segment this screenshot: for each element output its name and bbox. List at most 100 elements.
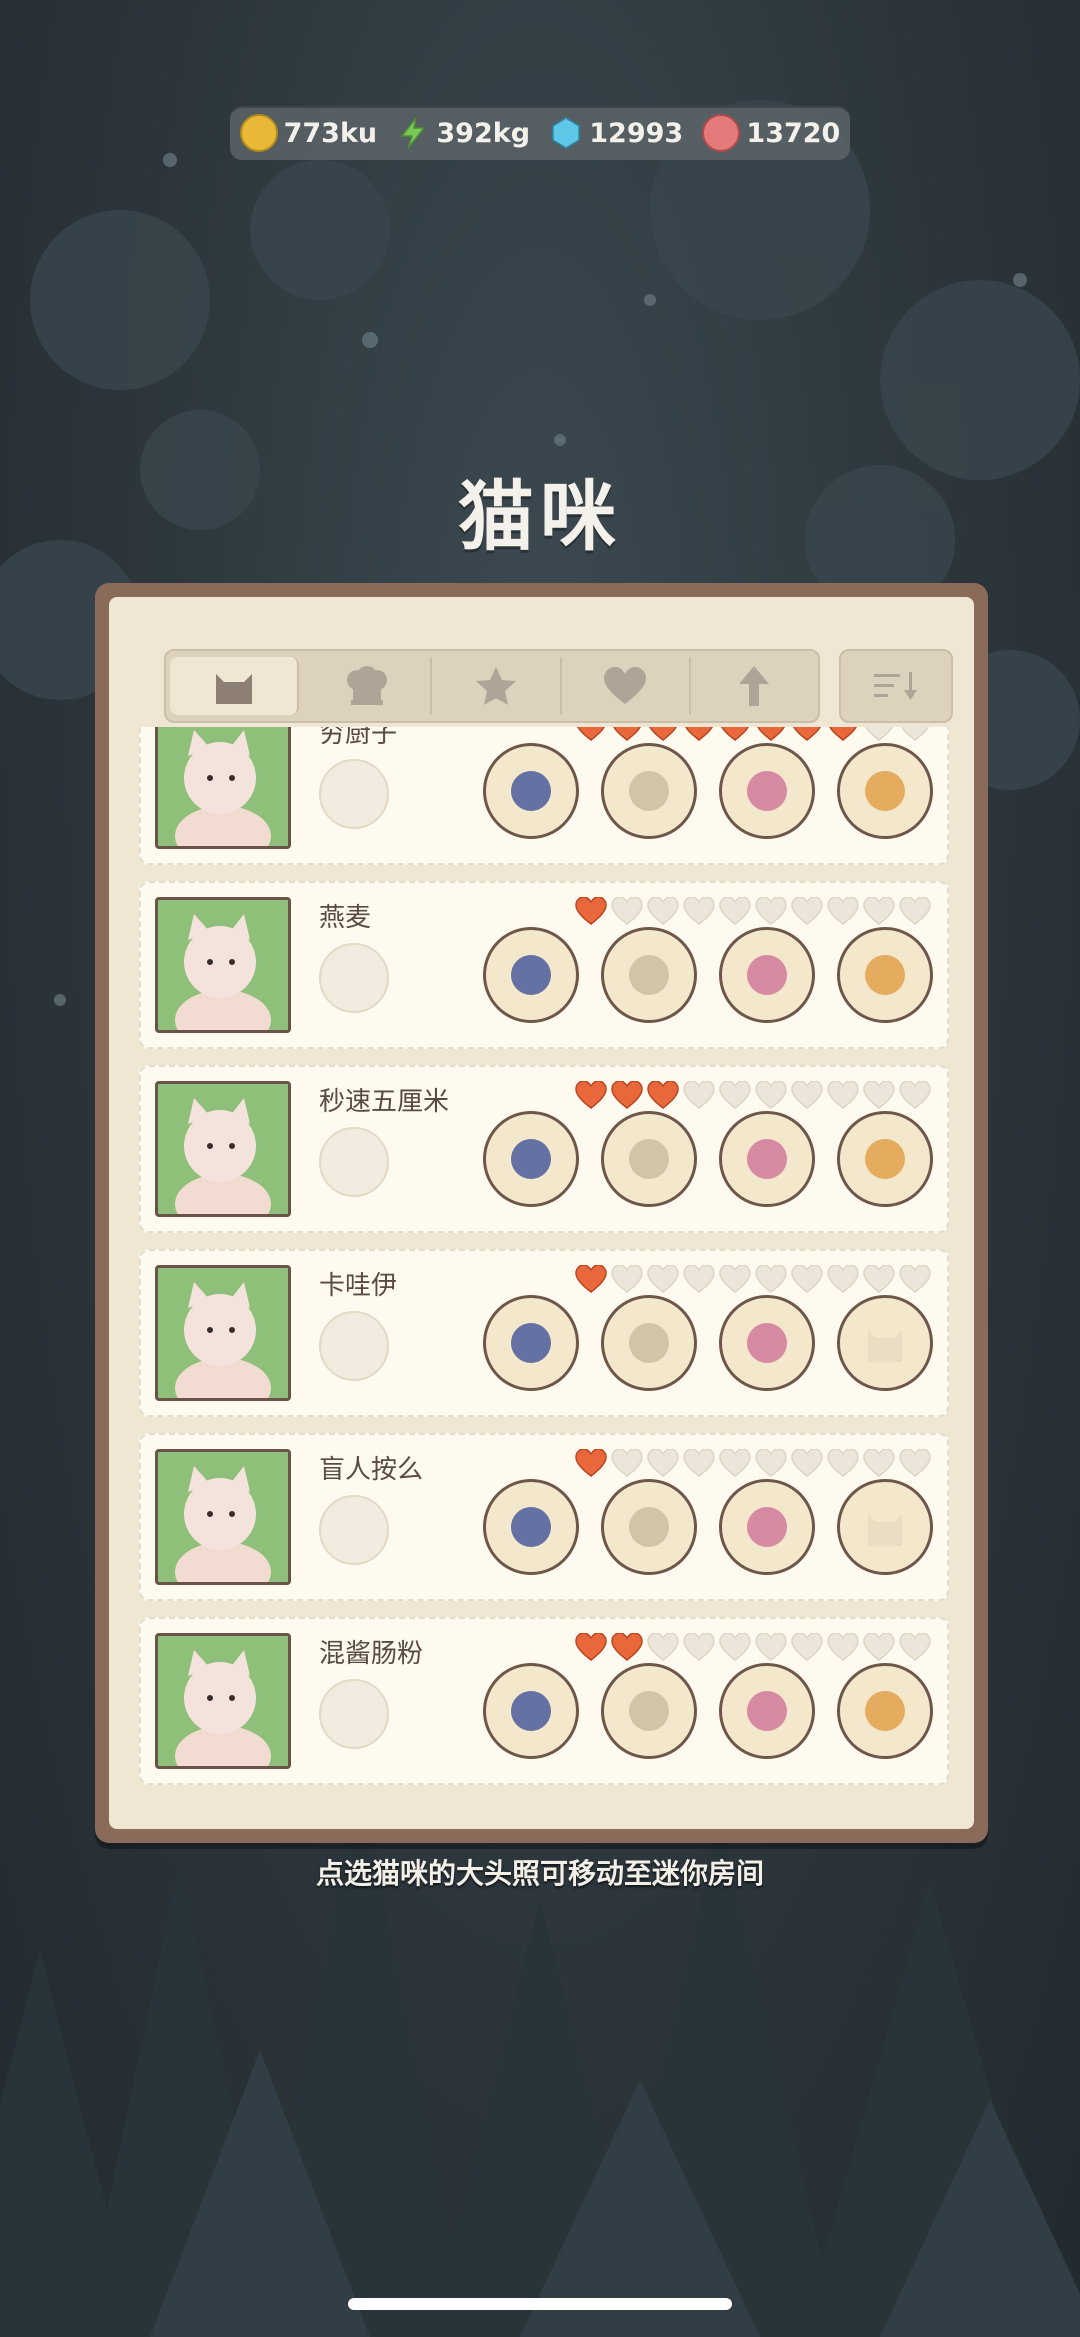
- heart-empty-icon: [755, 1265, 787, 1293]
- item-slot[interactable]: [719, 1663, 815, 1759]
- cat-portrait[interactable]: [155, 1265, 291, 1401]
- item-slot[interactable]: [719, 1479, 815, 1575]
- heart-empty-icon: [863, 1449, 895, 1477]
- heart-filled-icon: [575, 1633, 607, 1661]
- bow-tie-icon: [747, 955, 787, 995]
- item-slot[interactable]: [601, 927, 697, 1023]
- item-slot[interactable]: [483, 743, 579, 839]
- item-slot[interactable]: [837, 1295, 933, 1391]
- cat-portrait[interactable]: [155, 1081, 291, 1217]
- energy-icon: [400, 117, 426, 149]
- cat-name: 穷厨子: [319, 727, 398, 749]
- cat-portrait[interactable]: [155, 897, 291, 1033]
- heart-filled-icon: [721, 727, 749, 741]
- item-slot[interactable]: [837, 927, 933, 1023]
- tab-cats[interactable]: [170, 657, 300, 715]
- cat-face-icon: [175, 730, 271, 846]
- cat-row[interactable]: 卡哇伊: [139, 1249, 949, 1417]
- pig-plush-icon: [865, 1691, 905, 1731]
- affection-hearts: [575, 1449, 931, 1477]
- cats-panel: 穷厨子燕麦 秒速五厘米卡哇伊盲人按么 混酱肠粉: [95, 583, 988, 1843]
- cats-panel-inner: 穷厨子燕麦 秒速五厘米卡哇伊盲人按么 混酱肠粉: [109, 597, 974, 1829]
- cat-list[interactable]: 穷厨子燕麦 秒速五厘米卡哇伊盲人按么 混酱肠粉: [139, 727, 949, 1802]
- heart-empty-icon: [755, 1633, 787, 1661]
- heart-empty-icon: [719, 1265, 751, 1293]
- heart-filled-icon: [575, 1265, 607, 1293]
- cat-name: 卡哇伊: [319, 1271, 398, 1301]
- item-slot[interactable]: [483, 1663, 579, 1759]
- flower-crown-icon: [747, 1139, 787, 1179]
- equipment-slots: [483, 927, 933, 1023]
- tab-heart[interactable]: [562, 657, 691, 715]
- affection-hearts: [575, 727, 931, 741]
- item-slot[interactable]: [483, 1479, 579, 1575]
- sort-button[interactable]: [839, 649, 953, 723]
- noodle-bowl-icon: [319, 759, 389, 829]
- heart-empty-icon: [611, 1265, 643, 1293]
- cat-row[interactable]: 秒速五厘米: [139, 1065, 949, 1233]
- cat-face-icon: [175, 1282, 271, 1398]
- heart-empty-icon: [791, 897, 823, 925]
- energy-value: 392kg: [436, 117, 531, 149]
- heart-empty-icon: [899, 1265, 931, 1293]
- tab-upgrade[interactable]: [691, 657, 818, 715]
- heart-empty-icon: [899, 1081, 931, 1109]
- cat-row[interactable]: 盲人按么: [139, 1433, 949, 1601]
- heart-empty-icon: [611, 1449, 643, 1477]
- potion-bottle-icon: [747, 771, 787, 811]
- energy-resource[interactable]: 392kg: [396, 116, 530, 150]
- tab-star[interactable]: [432, 657, 562, 715]
- item-slot[interactable]: [601, 1663, 697, 1759]
- item-slot[interactable]: [719, 743, 815, 839]
- item-slot[interactable]: [601, 1111, 697, 1207]
- item-slot[interactable]: [601, 743, 697, 839]
- heart-filled-icon: [575, 1449, 607, 1477]
- cat-row[interactable]: 混酱肠粉: [139, 1617, 949, 1785]
- coin-icon: [239, 114, 278, 152]
- page-title: 猫咪: [458, 472, 622, 561]
- pumpkin-icon: [319, 1127, 389, 1197]
- cat-portrait[interactable]: [155, 727, 291, 849]
- home-indicator[interactable]: [348, 2298, 732, 2310]
- heart-tab-icon: [604, 667, 647, 704]
- heart-filled-icon: [829, 727, 857, 741]
- tab-chef[interactable]: [303, 657, 433, 715]
- cat-portrait[interactable]: [155, 1449, 291, 1585]
- heart-empty-icon: [899, 1633, 931, 1661]
- gem-resource[interactable]: 12993: [549, 116, 683, 150]
- heart-empty-icon: [899, 897, 931, 925]
- hair-wig-icon: [511, 1139, 551, 1179]
- heart-empty-icon: [899, 1449, 931, 1477]
- affection-hearts: [575, 1265, 931, 1293]
- item-slot[interactable]: [719, 1111, 815, 1207]
- item-slot[interactable]: [837, 1479, 933, 1575]
- cat-row[interactable]: 燕麦: [139, 881, 949, 1049]
- item-slot[interactable]: [483, 927, 579, 1023]
- heart-empty-icon: [827, 1265, 859, 1293]
- sort-icon: [874, 672, 917, 700]
- heart-empty-icon: [791, 1449, 823, 1477]
- cat-portrait[interactable]: [155, 1633, 291, 1769]
- heart-empty-icon: [611, 897, 643, 925]
- cat-row[interactable]: 穷厨子: [139, 727, 949, 865]
- item-slot[interactable]: [837, 1111, 933, 1207]
- candy-resource[interactable]: 13720: [702, 114, 840, 152]
- coin-value: 773ku: [283, 117, 378, 149]
- item-slot[interactable]: [601, 1479, 697, 1575]
- heart-empty-icon: [791, 1265, 823, 1293]
- item-slot[interactable]: [601, 1295, 697, 1391]
- item-slot[interactable]: [837, 743, 933, 839]
- heart-empty-icon: [719, 897, 751, 925]
- item-slot[interactable]: [837, 1663, 933, 1759]
- lemon-icon: [319, 1679, 389, 1749]
- herb-icon: [319, 1495, 389, 1565]
- item-slot[interactable]: [483, 1111, 579, 1207]
- item-slot[interactable]: [719, 1295, 815, 1391]
- heart-empty-icon: [827, 1633, 859, 1661]
- item-slot[interactable]: [719, 927, 815, 1023]
- coin-resource[interactable]: 773ku: [239, 114, 378, 152]
- heart-empty-icon: [865, 727, 893, 741]
- item-slot[interactable]: [483, 1295, 579, 1391]
- candy-icon: [702, 114, 741, 152]
- heart-empty-icon: [719, 1633, 751, 1661]
